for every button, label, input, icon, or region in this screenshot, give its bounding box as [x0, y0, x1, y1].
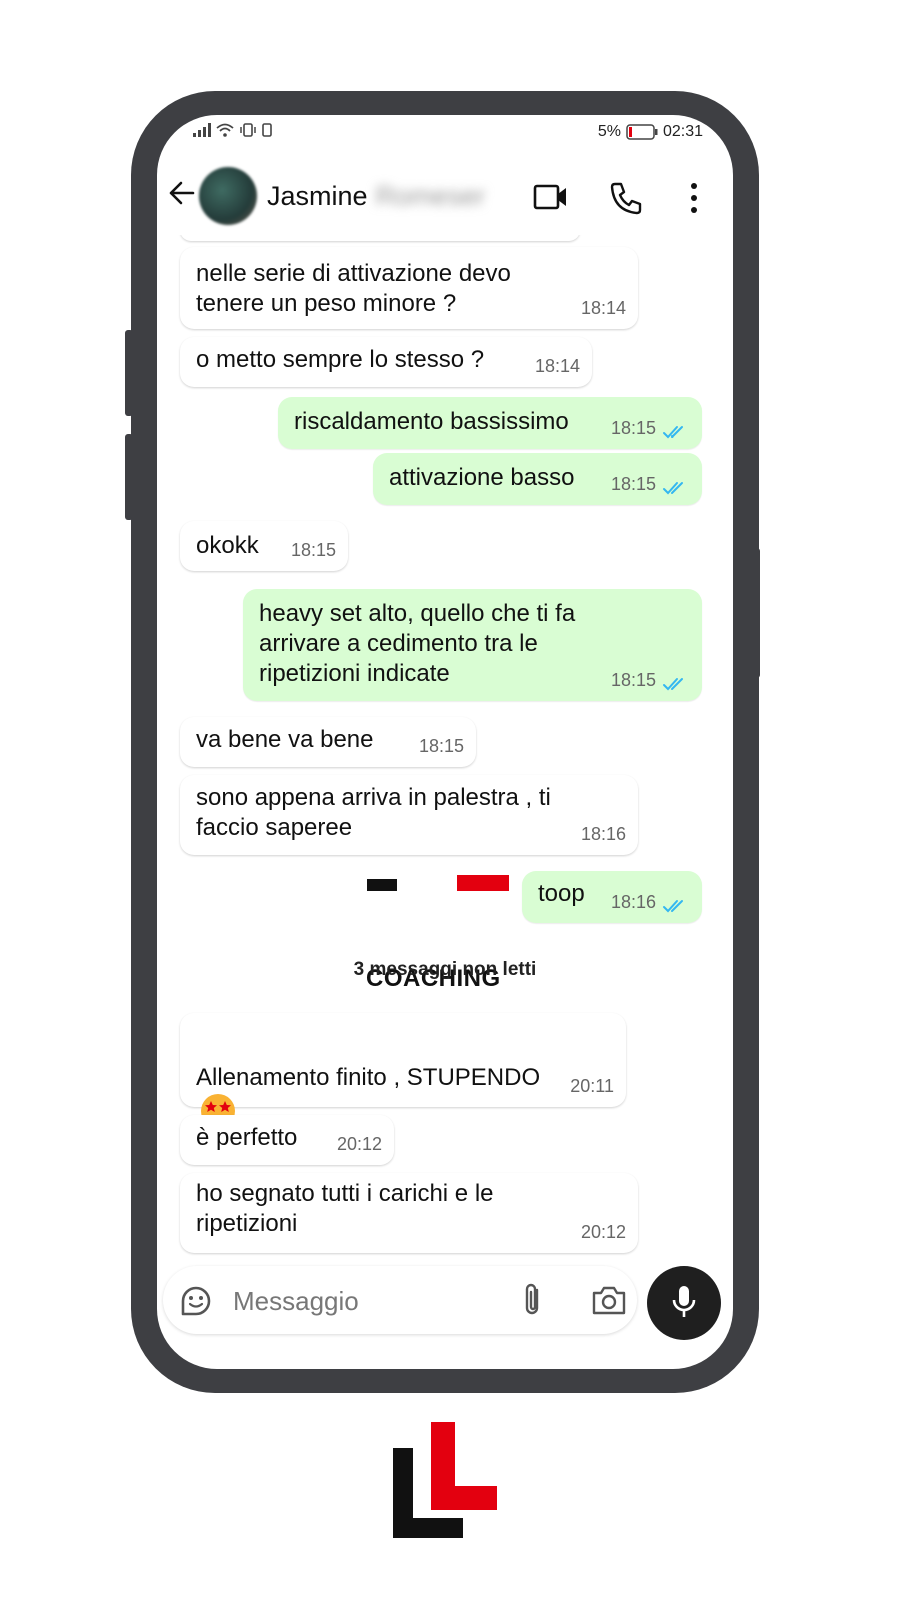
message-text: o metto sempre lo stesso ?: [196, 346, 485, 373]
message-time: 18:15: [418, 736, 464, 756]
avatar[interactable]: [199, 167, 257, 225]
contact-name[interactable]: Jasmine Romeser: [267, 181, 485, 212]
message-input-bar: Messaggio: [157, 1263, 733, 1369]
back-arrow-icon[interactable]: [167, 179, 195, 207]
message-bubble-incoming[interactable]: è perfetto 20:12: [180, 1115, 394, 1165]
message-text-content: Allenamento finito , STUPENDO: [196, 1064, 541, 1091]
message-text: riscaldamento bassissimo: [294, 408, 569, 435]
message-time: 18:15: [610, 670, 656, 690]
message-time: 20:12: [336, 1134, 382, 1154]
message-bubble-incoming[interactable]: o metto sempre lo stesso ? 18:14: [180, 337, 592, 387]
contact-surname-blurred: Romeser: [375, 181, 486, 211]
message-input[interactable]: Messaggio: [163, 1266, 637, 1334]
message-time: 18:15: [290, 540, 336, 560]
message-time: 18:16: [610, 892, 656, 912]
wifi-icon: [216, 123, 234, 137]
phone-screen: 5% 02:31 Jasmine Romeser COACHING nelle …: [157, 115, 733, 1369]
message-bubble-outgoing[interactable]: riscaldamento bassissimo 18:15: [278, 397, 702, 449]
message-text: toop: [538, 880, 585, 907]
message-bubble-outgoing[interactable]: toop 18:16: [522, 871, 702, 923]
brand-logo: [393, 1422, 497, 1538]
message-text: nelle serie di attivazione devo tenere u…: [196, 260, 511, 317]
status-icons-right: 5% 02:31: [598, 123, 703, 141]
chat-area[interactable]: COACHING nelle serie di attivazione devo…: [157, 235, 733, 1260]
message-bubble-incoming[interactable]: nelle serie di attivazione devo tenere u…: [180, 247, 638, 329]
status-bar: 5% 02:31: [157, 115, 733, 155]
status-icons-left: [193, 123, 272, 137]
message-bubble-partial: [180, 235, 580, 241]
video-call-icon[interactable]: [533, 181, 569, 213]
message-bubble-outgoing[interactable]: attivazione basso 18:15: [373, 453, 702, 505]
contact-first-name: Jasmine: [267, 181, 368, 211]
message-bubble-incoming[interactable]: ho segnato tutti i carichi e le ripetizi…: [180, 1173, 638, 1253]
message-placeholder: Messaggio: [233, 1286, 359, 1316]
message-bubble-outgoing[interactable]: heavy set alto, quello che ti fa arrivar…: [243, 589, 702, 701]
phone-call-icon[interactable]: [609, 181, 643, 215]
message-time: 18:14: [580, 298, 626, 318]
microphone-icon: [672, 1286, 696, 1317]
message-text: attivazione basso: [389, 464, 575, 491]
message-time: 18:16: [580, 824, 626, 844]
vibrate-icon: [240, 123, 256, 137]
chat-header: Jasmine Romeser: [157, 161, 733, 233]
read-ticks-icon: [663, 678, 683, 691]
message-text: ho segnato tutti i carichi e le ripetizi…: [196, 1180, 494, 1237]
sim-icon: [262, 123, 272, 137]
watermark-mark-red-2: [457, 875, 509, 891]
message-text: è perfetto: [196, 1124, 298, 1151]
message-bubble-incoming[interactable]: va bene va bene 18:15: [180, 717, 476, 767]
message-time: 18:14: [534, 356, 580, 376]
message-text: va bene va bene: [196, 726, 374, 753]
read-ticks-icon: [663, 482, 683, 495]
attach-icon[interactable]: [521, 1282, 545, 1318]
message-bubble-incoming[interactable]: Allenamento finito , STUPENDO 20:11: [180, 1013, 626, 1128]
message-time: 18:15: [610, 474, 656, 494]
more-options-icon[interactable]: [687, 181, 701, 215]
message-time: 18:15: [610, 418, 656, 438]
battery-icon: [626, 124, 658, 140]
read-ticks-icon: [663, 426, 683, 439]
camera-icon[interactable]: [591, 1284, 627, 1316]
voice-message-button[interactable]: [647, 1266, 721, 1340]
read-ticks-icon: [663, 900, 683, 913]
message-text: okokk: [196, 532, 259, 559]
signal-icon: [193, 123, 211, 137]
unread-messages-divider: 3 messaggi non letti: [353, 959, 537, 980]
message-bubble-incoming[interactable]: okokk 18:15: [180, 521, 348, 571]
message-text: heavy set alto, quello che ti fa arrivar…: [259, 600, 576, 687]
message-time: 20:12: [580, 1222, 626, 1242]
battery-percent: 5%: [597, 123, 621, 140]
watermark-mark-black-2: [367, 879, 397, 891]
message-time: 20:11: [570, 1076, 614, 1096]
message-text: sono appena arriva in palestra , ti facc…: [196, 784, 551, 841]
message-bubble-incoming[interactable]: sono appena arriva in palestra , ti facc…: [180, 775, 638, 855]
clock: 02:31: [662, 123, 703, 140]
sticker-icon[interactable]: [179, 1284, 213, 1318]
